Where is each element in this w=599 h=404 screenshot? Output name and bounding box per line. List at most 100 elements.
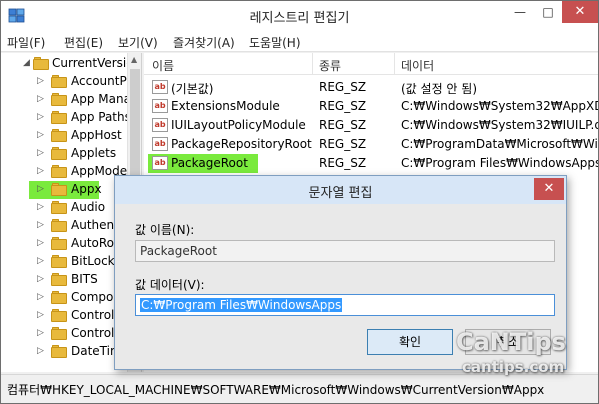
string-value-icon: ab	[152, 99, 168, 113]
tree-item[interactable]: ▷ AppMode	[1, 163, 127, 181]
folder-icon	[51, 327, 67, 340]
folder-icon	[51, 219, 67, 232]
tree-item[interactable]: ▷ Controls	[1, 325, 127, 343]
table-row[interactable]: ab ExtensionsModule REG_SZ C:₩Windows₩Sy…	[144, 97, 598, 116]
tree-item[interactable]: ▷ Control	[1, 307, 127, 325]
list-header: 이름 종류 데이터	[144, 53, 598, 75]
value-data: C:₩ProgramData₩Microsoft₩Wind	[401, 137, 598, 151]
folder-icon	[51, 273, 67, 286]
folder-icon	[33, 57, 49, 70]
menu-edit[interactable]: 편집(E)	[64, 34, 103, 51]
minimize-button[interactable]: —	[506, 1, 534, 23]
expand-arrow-icon[interactable]: ▷	[37, 274, 44, 284]
table-row[interactable]: ab (기본값) REG_SZ (값 설정 안 됨)	[144, 78, 598, 97]
value-data: C:₩Windows₩System32₩AppXDep	[401, 99, 598, 113]
expand-arrow-icon[interactable]: ▷	[37, 184, 44, 194]
tree-item-currentversion[interactable]: ◢ CurrentVersio	[1, 55, 134, 73]
dialog-title-bar: 문자열 편집 ✕	[115, 176, 566, 204]
menu-view[interactable]: 보기(V)	[118, 34, 158, 51]
expand-arrow-icon[interactable]: ▷	[37, 256, 44, 266]
tree-item[interactable]: ▷ BITS	[1, 271, 127, 289]
maximize-button[interactable]: □	[534, 1, 562, 23]
tree-item-label: AppHost	[71, 128, 122, 142]
value-type: REG_SZ	[319, 137, 367, 151]
column-divider[interactable]	[394, 53, 395, 75]
value-type: REG_SZ	[319, 118, 367, 132]
column-header-name[interactable]: 이름	[152, 57, 174, 74]
menu-favorites[interactable]: 즐겨찾기(A)	[173, 34, 235, 51]
scroll-up-icon[interactable]: ▲	[131, 55, 137, 64]
tree-item-label: App Paths	[71, 110, 131, 124]
folder-icon	[51, 345, 67, 358]
folder-icon	[51, 111, 67, 124]
scrollbar-thumb[interactable]	[130, 69, 140, 179]
tree-item-label: Appx	[71, 182, 102, 196]
value-type: REG_SZ	[319, 80, 367, 94]
menu-bar: 파일(F) 편집(E) 보기(V) 즐겨찾기(A) 도움말(H)	[1, 31, 598, 52]
column-divider[interactable]	[312, 53, 313, 75]
folder-icon	[51, 165, 67, 178]
menu-file[interactable]: 파일(F)	[7, 34, 45, 51]
expand-arrow-icon[interactable]: ▷	[37, 94, 44, 104]
expand-arrow-icon[interactable]: ▷	[37, 328, 44, 338]
tree-item[interactable]: ▷ AppHost	[1, 127, 127, 145]
column-header-type[interactable]: 종류	[319, 57, 341, 74]
string-value-icon: ab	[152, 80, 168, 94]
table-row-packageroot[interactable]: ab PackageRoot REG_SZ C:₩Program Files₩W…	[144, 154, 598, 173]
value-name-field[interactable]: PackageRoot	[135, 240, 555, 262]
expand-arrow-icon[interactable]: ▷	[37, 202, 44, 212]
collapse-arrow-icon[interactable]: ◢	[23, 58, 30, 68]
watermark: CaNTips cantips.com	[440, 328, 599, 388]
expand-arrow-icon[interactable]: ▷	[37, 292, 44, 302]
menu-help[interactable]: 도움말(H)	[249, 34, 301, 51]
value-data-field[interactable]: C:₩Program Files₩WindowsApps	[135, 294, 555, 316]
dialog-close-button[interactable]: ✕	[534, 178, 564, 200]
tree-item[interactable]: ▷ Compor	[1, 289, 127, 307]
expand-arrow-icon[interactable]: ▷	[37, 130, 44, 140]
table-row[interactable]: ab PackageRepositoryRoot REG_SZ C:₩Progr…	[144, 135, 598, 154]
tree-item-label: App Mana	[71, 92, 131, 106]
value-name: IUILayoutPolicyModule	[171, 118, 306, 132]
string-value-icon: ab	[152, 156, 168, 170]
value-type: REG_SZ	[319, 156, 367, 170]
tree-item[interactable]: ▷ BitLocke	[1, 253, 127, 271]
folder-icon	[51, 129, 67, 142]
expand-arrow-icon[interactable]: ▷	[37, 220, 44, 230]
tree-item-appx-selected[interactable]: ▷ Appx	[29, 181, 102, 199]
tree-item[interactable]: ▷ DateTim	[1, 343, 127, 361]
expand-arrow-icon[interactable]: ▷	[37, 76, 44, 86]
folder-icon	[51, 201, 67, 214]
tree-item[interactable]: ▷ AccountP	[1, 73, 127, 91]
tree-item-label: CurrentVersio	[52, 56, 134, 70]
tree-item[interactable]: ▷ App Paths	[1, 109, 131, 127]
value-data-label: 값 데이터(V):	[135, 278, 205, 292]
column-header-data[interactable]: 데이터	[401, 57, 434, 74]
folder-icon	[51, 309, 67, 322]
close-button[interactable]: ✕	[562, 1, 598, 23]
value-name: PackageRepositoryRoot	[171, 137, 312, 151]
expand-arrow-icon[interactable]: ▷	[37, 238, 44, 248]
value-data: C:₩Windows₩System32₩IUILP.dll	[401, 118, 598, 132]
folder-icon	[51, 237, 67, 250]
string-value-icon: ab	[152, 137, 168, 151]
tree-item[interactable]: ▷ AutoRota	[1, 235, 127, 253]
expand-arrow-icon[interactable]: ▷	[37, 310, 44, 320]
tree-item[interactable]: ▷ App Mana	[1, 91, 131, 109]
value-type: REG_SZ	[319, 99, 367, 113]
tree-item-label: BITS	[71, 272, 98, 286]
tree-item[interactable]: ▷ Applets	[1, 145, 127, 163]
watermark-logo: CaNTips	[456, 328, 566, 356]
tree-item[interactable]: ▷ Audio	[1, 199, 127, 217]
folder-icon	[51, 255, 67, 268]
value-data: (값 설정 안 됨)	[401, 82, 478, 96]
tree-item-label: Control	[71, 308, 115, 322]
table-row[interactable]: ab IUILayoutPolicyModule REG_SZ C:₩Windo…	[144, 116, 598, 135]
expand-arrow-icon[interactable]: ▷	[37, 148, 44, 158]
expand-arrow-icon[interactable]: ▷	[37, 112, 44, 122]
dialog-title: 문자열 편집	[308, 186, 373, 201]
expand-arrow-icon[interactable]: ▷	[37, 346, 44, 356]
tree-item[interactable]: ▷ Authenti	[1, 217, 127, 235]
tree-item-label: Audio	[71, 200, 106, 214]
tree-item-label: AccountP	[71, 74, 127, 88]
expand-arrow-icon[interactable]: ▷	[37, 166, 44, 176]
